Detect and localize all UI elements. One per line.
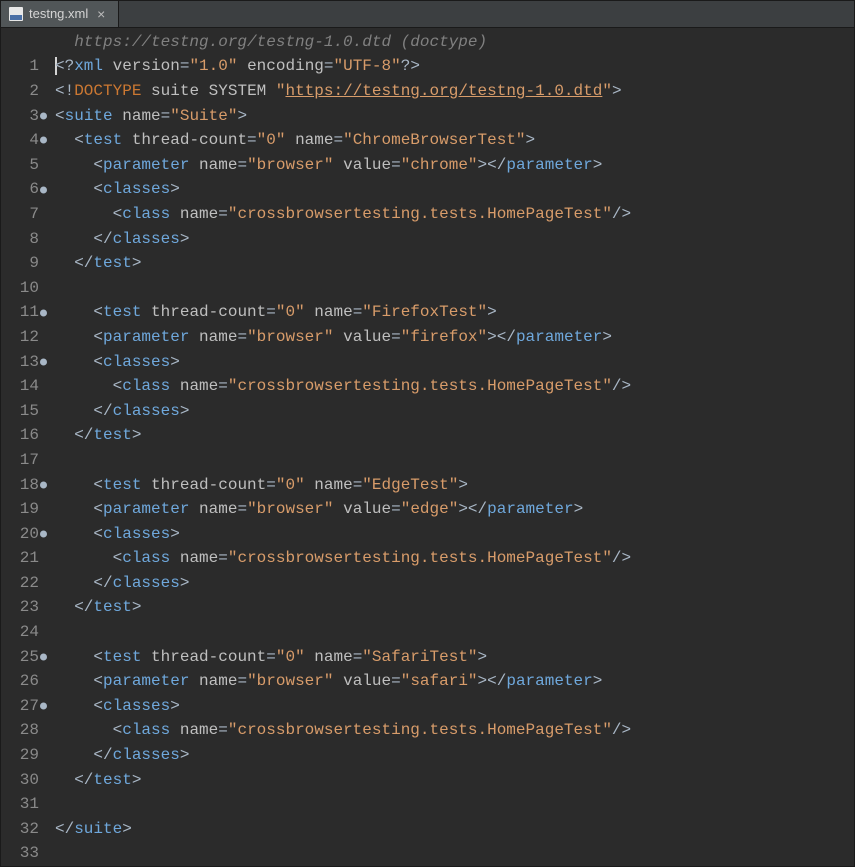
line-number: 18 [1, 473, 41, 498]
line-number: 14 [1, 374, 41, 399]
line-number: 24 [1, 620, 41, 645]
code-content[interactable]: https://testng.org/testng-1.0.dtd (docty… [45, 30, 854, 866]
line-number: 5 [1, 153, 41, 178]
xml-file-icon [9, 7, 23, 21]
line-number: 27 [1, 694, 41, 719]
editor-window: testng.xml × 123456789101112131415161718… [0, 0, 855, 867]
line-number: 23 [1, 595, 41, 620]
line-number: 12 [1, 325, 41, 350]
line-number: 29 [1, 743, 41, 768]
line-number: 7 [1, 202, 41, 227]
tab-label: testng.xml [29, 6, 88, 21]
line-number: 19 [1, 497, 41, 522]
tab-bar: testng.xml × [1, 1, 854, 28]
line-number: 33 [1, 841, 41, 866]
line-number: 1 [1, 54, 41, 79]
line-number: 3 [1, 104, 41, 129]
line-number: 32 [1, 817, 41, 842]
line-number: 25 [1, 645, 41, 670]
line-number: 4 [1, 128, 41, 153]
line-number: 8 [1, 227, 41, 252]
line-number: 20 [1, 522, 41, 547]
close-icon[interactable]: × [94, 7, 108, 21]
line-number: 13 [1, 350, 41, 375]
line-number: 11 [1, 300, 41, 325]
line-number: 10 [1, 276, 41, 301]
line-number: 22 [1, 571, 41, 596]
tab-testng-xml[interactable]: testng.xml × [1, 1, 119, 27]
line-number: 31 [1, 792, 41, 817]
line-number-gutter: 1234567891011121314151617181920212223242… [1, 30, 45, 866]
line-number: 15 [1, 399, 41, 424]
line-number: 21 [1, 546, 41, 571]
line-number: 16 [1, 423, 41, 448]
line-number: 30 [1, 768, 41, 793]
line-number: 9 [1, 251, 41, 276]
code-area[interactable]: 1234567891011121314151617181920212223242… [1, 28, 854, 866]
line-number: 17 [1, 448, 41, 473]
line-number: 28 [1, 718, 41, 743]
line-number: 26 [1, 669, 41, 694]
line-number: 6 [1, 177, 41, 202]
line-number: 2 [1, 79, 41, 104]
